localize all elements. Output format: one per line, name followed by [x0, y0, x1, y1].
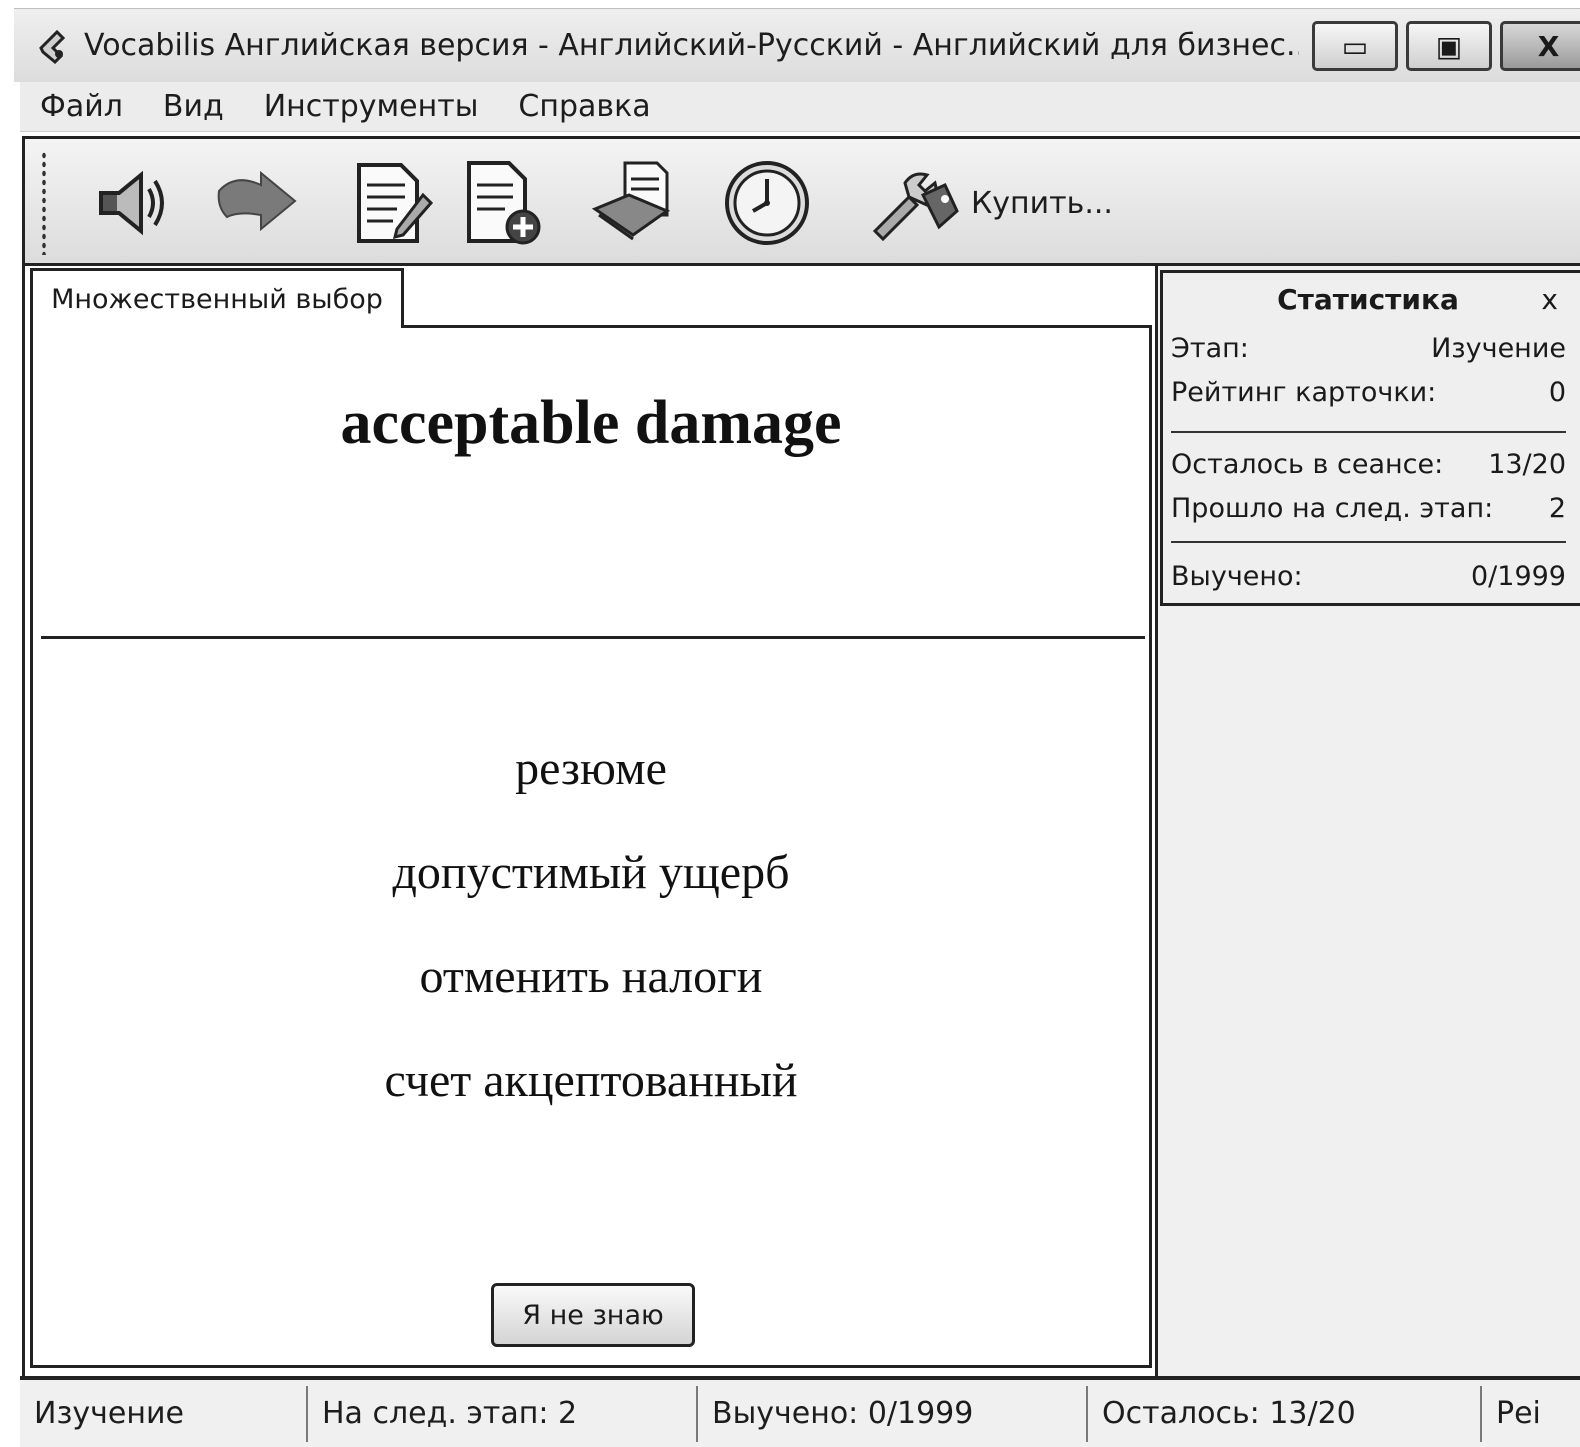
- stat-passed-value: 2: [1548, 493, 1566, 524]
- edit-card-button[interactable]: [345, 155, 441, 251]
- stat-rating-label: Рейтинг карточки:: [1171, 377, 1437, 408]
- speak-button[interactable]: [79, 155, 175, 251]
- flash-card: acceptable damage резюме допустимый ущер…: [30, 325, 1152, 1368]
- clock-icon: [725, 161, 809, 245]
- status-truncated: Рei: [1496, 1396, 1541, 1431]
- maximize-button[interactable]: ▣: [1406, 21, 1492, 71]
- dont-know-button[interactable]: Я не знаю: [491, 1283, 695, 1347]
- toolbar: Купить...: [22, 136, 1580, 266]
- minimize-button[interactable]: ▭: [1312, 21, 1398, 71]
- status-learned: Выучено: 0/1999: [698, 1385, 1088, 1442]
- buy-button[interactable]: Купить...: [865, 155, 1113, 251]
- statistics-title: Статистика: [1277, 283, 1459, 316]
- stat-learned: Выучено: 0/1999: [1171, 561, 1566, 592]
- stat-passed-label: Прошло на след. этап:: [1171, 493, 1494, 524]
- stat-separator: [1171, 541, 1566, 543]
- window-title: Vocabilis Английская версия - Английский…: [84, 28, 1299, 63]
- stat-stage: Этап: Изучение: [1171, 333, 1566, 364]
- stat-passed: Прошло на след. этап: 2: [1171, 493, 1566, 524]
- stat-separator: [1171, 431, 1566, 433]
- edit-document-icon: [357, 163, 434, 243]
- menu-help[interactable]: Справка: [498, 89, 670, 124]
- answer-option[interactable]: допустимый ущерб: [33, 842, 1149, 946]
- close-button[interactable]: X: [1500, 21, 1580, 71]
- next-button[interactable]: [209, 155, 305, 251]
- tab-multiple-choice[interactable]: Множественный выбор: [30, 268, 404, 328]
- stat-stage-value: Изучение: [1431, 333, 1566, 364]
- status-remaining: Осталось: 13/20: [1088, 1385, 1482, 1442]
- stat-remaining: Осталось в сеансе: 13/20: [1171, 449, 1566, 480]
- status-next-stage: На след. этап: 2: [308, 1385, 698, 1442]
- forward-arrow-icon: [217, 170, 297, 232]
- question-word: acceptable damage: [340, 389, 842, 457]
- status-bar: Изучение На след. этап: 2 Выучено: 0/199…: [20, 1376, 1580, 1447]
- dictionary-button[interactable]: [587, 155, 683, 251]
- open-book-icon: [591, 161, 671, 241]
- menu-bar: Файл Вид Инструменты Справка: [20, 82, 1580, 132]
- stat-remaining-value: 13/20: [1488, 449, 1566, 480]
- answer-option[interactable]: отменить налоги: [33, 946, 1149, 1050]
- menu-view[interactable]: Вид: [143, 89, 244, 124]
- tools-price-tag-icon: [872, 172, 959, 242]
- statistics-close-button[interactable]: x: [1541, 283, 1558, 316]
- buy-button-label: Купить...: [971, 185, 1113, 221]
- stat-remaining-label: Осталось в сеансе:: [1171, 449, 1444, 480]
- app-logo-icon: [30, 23, 76, 69]
- speaker-icon: [99, 170, 164, 236]
- add-document-icon: [467, 161, 541, 245]
- schedule-button[interactable]: [719, 155, 815, 251]
- menu-tools[interactable]: Инструменты: [244, 89, 499, 124]
- statistics-panel: Статистика x Этап: Изучение Рейтинг карт…: [1160, 270, 1580, 606]
- title-bar: Vocabilis Английская версия - Английский…: [14, 8, 1580, 82]
- menu-file[interactable]: Файл: [20, 89, 143, 124]
- card-divider: [41, 636, 1145, 639]
- stat-learned-label: Выучено:: [1171, 561, 1303, 592]
- toolbar-grip[interactable]: [41, 151, 47, 255]
- answer-list: резюме допустимый ущерб отменить налоги …: [33, 738, 1149, 1154]
- stat-rating-value: 0: [1548, 377, 1566, 408]
- answer-option[interactable]: счет акцептованный: [33, 1050, 1149, 1154]
- add-card-button[interactable]: [457, 155, 553, 251]
- answer-option[interactable]: резюме: [33, 738, 1149, 842]
- stat-rating: Рейтинг карточки: 0: [1171, 377, 1566, 408]
- stat-learned-value: 0/1999: [1471, 561, 1566, 592]
- status-stage: Изучение: [20, 1385, 308, 1442]
- stat-stage-label: Этап:: [1171, 333, 1249, 364]
